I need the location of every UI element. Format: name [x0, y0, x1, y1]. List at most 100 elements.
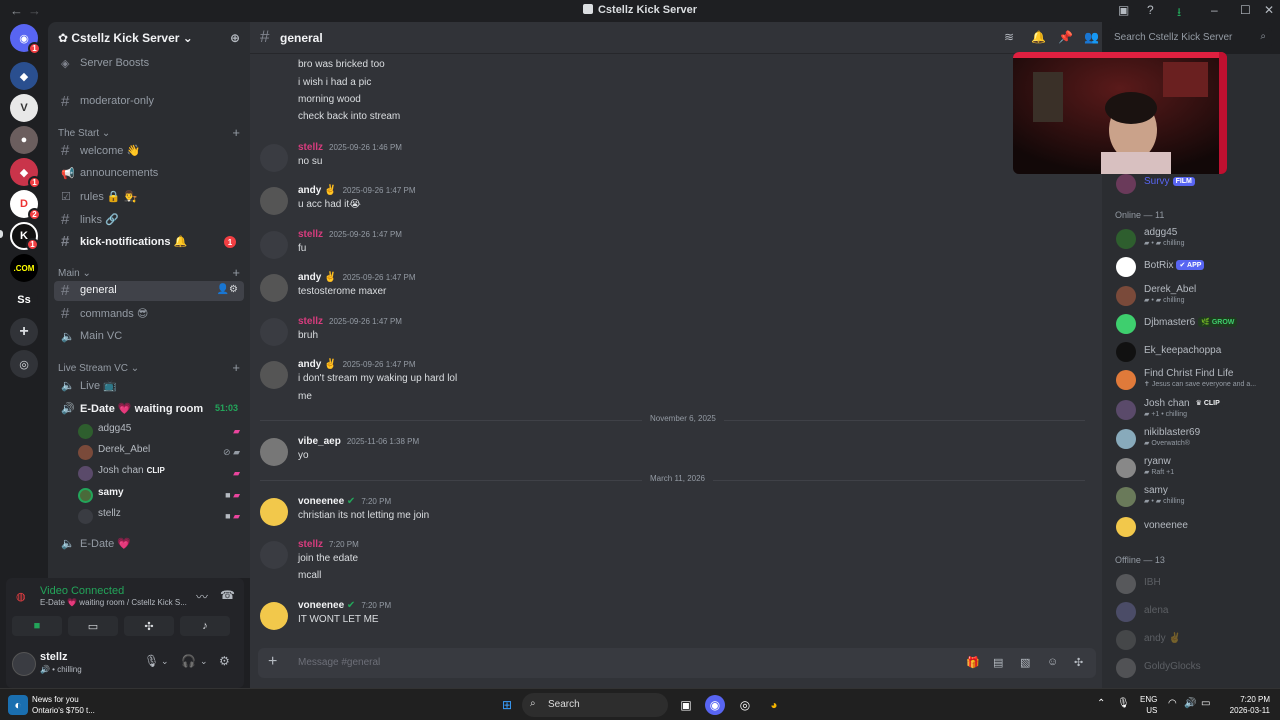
- settings-icon[interactable]: ⚙: [219, 654, 230, 668]
- member-item[interactable]: GoldyGlocks: [1114, 656, 1274, 682]
- channel-general[interactable]: # general 👤⚙: [54, 281, 244, 301]
- avatar[interactable]: [260, 187, 288, 215]
- search-input[interactable]: Search Cstellz Kick Server ⌕: [1108, 28, 1272, 48]
- add-channel-icon[interactable]: +: [232, 360, 240, 375]
- task-view-icon[interactable]: ▣: [676, 695, 696, 715]
- avatar[interactable]: [260, 144, 288, 172]
- member-item[interactable]: Josh chan ♛ CLIP ▰ +1 • chilling: [1114, 398, 1274, 424]
- gift-icon[interactable]: 🎁: [966, 656, 980, 669]
- category-the-start[interactable]: The Start ⌄: [58, 128, 110, 139]
- member-item[interactable]: Djbmaster6 🌿 GROW: [1114, 312, 1274, 338]
- member-item[interactable]: andy ✌️: [1114, 628, 1274, 654]
- avatar[interactable]: [260, 318, 288, 346]
- minimize-icon[interactable]: –: [1211, 3, 1218, 17]
- avatar[interactable]: [260, 541, 288, 569]
- bell-icon[interactable]: 🔔: [1031, 30, 1046, 44]
- discover-icon[interactable]: ◎: [10, 350, 38, 378]
- gif-icon[interactable]: ▤: [993, 656, 1003, 669]
- avatar[interactable]: [260, 274, 288, 302]
- message-input[interactable]: Message #general: [298, 657, 380, 668]
- weather-news-icon[interactable]: ◐: [8, 695, 28, 715]
- headphones-icon[interactable]: 🎧: [181, 654, 196, 668]
- category-main[interactable]: Main ⌄: [58, 268, 91, 279]
- obs-taskbar-icon[interactable]: ◎: [735, 695, 755, 715]
- server-icon[interactable]: ●: [10, 126, 38, 154]
- voice-location[interactable]: E-Date 💗 waiting room / Cstellz Kick S..…: [40, 598, 187, 607]
- avatar[interactable]: [260, 231, 288, 259]
- channel-edate-waiting-room[interactable]: 🔊 E-Date 💗 waiting room 51:03: [54, 399, 244, 419]
- channel-announcements[interactable]: 📢 announcements: [54, 164, 244, 184]
- add-channel-icon[interactable]: +: [232, 125, 240, 140]
- member-item[interactable]: voneenee: [1114, 515, 1274, 541]
- sticker-icon[interactable]: ▧: [1020, 656, 1030, 669]
- channel-live[interactable]: 🔈 Live 📺: [54, 376, 244, 396]
- pin-icon[interactable]: 📌: [1058, 30, 1073, 44]
- soundboard-button[interactable]: ♪: [180, 616, 230, 636]
- threads-icon[interactable]: ≋: [1004, 30, 1014, 44]
- message-composer[interactable]: + Message #general 🎁 ▤ ▧ ☺ ✣: [258, 648, 1096, 678]
- add-server-icon[interactable]: +: [10, 318, 38, 346]
- member-item[interactable]: BotRix ✔ APP: [1114, 255, 1274, 281]
- microphone-icon[interactable]: 🎙: [1117, 698, 1130, 709]
- channel-rules[interactable]: ☑ rules 🔒 👨‍⚖️: [54, 187, 244, 207]
- emoji-icon[interactable]: ☺: [1047, 656, 1058, 668]
- discord-taskbar-icon[interactable]: ◉: [705, 695, 725, 715]
- user-name[interactable]: stellz: [40, 651, 68, 663]
- camera-button[interactable]: ■: [12, 616, 62, 636]
- disconnect-icon[interactable]: ☎: [220, 588, 235, 602]
- server-icon[interactable]: .COM: [10, 254, 38, 282]
- taskbar-search[interactable]: ⌕ Search: [522, 693, 668, 717]
- server-icon[interactable]: ◆ 1: [10, 158, 41, 189]
- kick-server-icon[interactable]: K1: [10, 222, 39, 251]
- download-icon[interactable]: ⭳: [1177, 3, 1181, 24]
- channel-main-vc[interactable]: 🔈 Main VC: [54, 327, 244, 347]
- vc-user[interactable]: adgg45: [78, 423, 131, 441]
- server-icon[interactable]: Ss: [10, 286, 38, 314]
- vc-user[interactable]: Josh chan CLIP: [78, 465, 165, 483]
- language-indicator[interactable]: ENG US: [1140, 694, 1157, 716]
- server-icon[interactable]: V: [10, 94, 38, 122]
- inbox-icon[interactable]: ▣: [1118, 3, 1129, 17]
- chrome-taskbar-icon[interactable]: ◕: [764, 695, 784, 715]
- channel-edate[interactable]: 🔈 E-Date 💗: [54, 534, 244, 554]
- member-item[interactable]: Find Christ Find Life ✝ Jesus can save ev…: [1114, 368, 1274, 394]
- vc-user[interactable]: samy: [78, 487, 124, 505]
- close-icon[interactable]: ✕: [1264, 3, 1274, 17]
- member-item[interactable]: adgg45 ▰ • ▰ chilling: [1114, 227, 1274, 253]
- chevron-down-icon[interactable]: ⌄: [200, 656, 208, 667]
- microphone-icon[interactable]: 🎙: [144, 654, 159, 668]
- activities-button[interactable]: ✣: [124, 616, 174, 636]
- apps-icon[interactable]: ✣: [1074, 656, 1083, 669]
- screen-share-button[interactable]: ▭: [68, 616, 118, 636]
- server-boosts[interactable]: ◈ Server Boosts: [54, 54, 244, 74]
- avatar[interactable]: [260, 498, 288, 526]
- avatar[interactable]: [12, 652, 36, 676]
- add-channel-icon[interactable]: +: [232, 265, 240, 280]
- member-item[interactable]: Derek_Abel ▰ • ▰ chilling: [1114, 284, 1274, 310]
- chevron-down-icon[interactable]: ⌄: [161, 656, 169, 667]
- server-header[interactable]: ✿ Cstellz Kick Server ⌄ ⊕: [48, 22, 250, 54]
- news-widget[interactable]: News for you Ontario's $750 t...: [32, 694, 95, 716]
- channel-commands[interactable]: # commands 😎: [54, 304, 244, 324]
- signal-icon[interactable]: ◍: [16, 590, 26, 603]
- category-live-stream-vc[interactable]: Live Stream VC ⌄: [58, 363, 139, 374]
- clock[interactable]: 7:20 PM 2026-03-11: [1222, 694, 1270, 716]
- battery-icon[interactable]: ▭: [1201, 698, 1210, 709]
- wifi-icon[interactable]: ◠: [1168, 698, 1177, 709]
- member-item[interactable]: Survy FILM: [1114, 172, 1274, 198]
- channel-kick-notifications[interactable]: # kick-notifications 🔔 1: [54, 232, 244, 252]
- add-friend-icon[interactable]: ⊕: [230, 31, 240, 45]
- channel-moderator-only[interactable]: # moderator-only: [54, 92, 244, 112]
- member-item[interactable]: nikiblaster69 ▰ Overwatch®: [1114, 427, 1274, 453]
- channel-welcome[interactable]: # welcome 👋: [54, 141, 244, 161]
- vc-user[interactable]: stellz: [78, 508, 121, 526]
- member-item[interactable]: Ek_keepachoppa: [1114, 340, 1274, 366]
- maximize-icon[interactable]: ☐: [1240, 3, 1251, 17]
- settings-icon[interactable]: 👤⚙: [217, 284, 238, 295]
- chevron-up-icon[interactable]: ⌃: [1097, 698, 1105, 709]
- server-icon[interactable]: D2: [10, 190, 41, 221]
- member-item[interactable]: samy ▰ • ▰ chilling: [1114, 485, 1274, 511]
- members-icon[interactable]: 👥: [1084, 30, 1099, 44]
- vc-user[interactable]: Derek_Abel: [78, 444, 150, 462]
- avatar[interactable]: [260, 438, 288, 466]
